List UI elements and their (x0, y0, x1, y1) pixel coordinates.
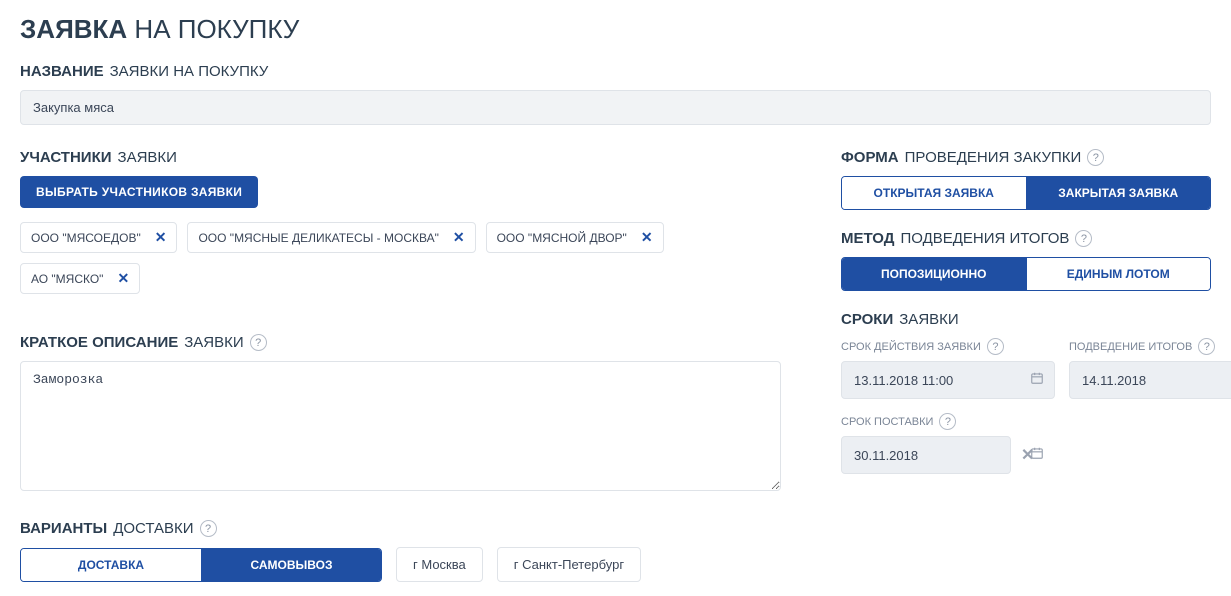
city-chip[interactable]: г Москва (396, 547, 483, 582)
page-title-rest: НА ПОКУПКУ (134, 14, 299, 44)
calendar-icon[interactable] (1030, 371, 1044, 389)
method-title: МЕТОД ПОДВЕДЕНИЯ ИТОГОВ ? (841, 230, 1211, 247)
remove-participant-icon[interactable]: ✕ (155, 229, 167, 246)
help-icon[interactable]: ? (250, 334, 267, 351)
remove-participant-icon[interactable]: ✕ (117, 270, 129, 287)
name-section-title: НАЗВАНИЕ ЗАЯВКИ НА ПОКУПКУ (20, 63, 1211, 80)
supply-label: СРОК ПОСТАВКИ ? (841, 413, 1211, 430)
results-label: ПОДВЕДЕНИЕ ИТОГОВ ? (1069, 338, 1231, 355)
form-title: ФОРМА ПРОВЕДЕНИЯ ЗАКУПКИ ? (841, 149, 1211, 166)
help-icon[interactable]: ? (1075, 230, 1092, 247)
help-icon[interactable]: ? (1087, 149, 1104, 166)
delivery-option-delivery[interactable]: ДОСТАВКА (21, 549, 201, 581)
request-name-input[interactable] (20, 90, 1211, 125)
deadlines-title: СРОКИ ЗАЯВКИ (841, 311, 1211, 328)
select-participants-button[interactable]: ВЫБРАТЬ УЧАСТНИКОВ ЗАЯВКИ (20, 176, 258, 208)
form-option-closed[interactable]: ЗАКРЫТАЯ ЗАЯВКА (1026, 177, 1211, 209)
description-title: КРАТКОЕ ОПИСАНИЕ ЗАЯВКИ ? (20, 334, 781, 351)
method-toggle-group: ПОПОЗИЦИОННО ЕДИНЫМ ЛОТОМ (841, 257, 1211, 291)
remove-participant-icon[interactable]: ✕ (453, 229, 465, 246)
form-option-open[interactable]: ОТКРЫТАЯ ЗАЯВКА (842, 177, 1026, 209)
form-toggle-group: ОТКРЫТАЯ ЗАЯВКА ЗАКРЫТАЯ ЗАЯВКА (841, 176, 1211, 210)
help-icon[interactable]: ? (200, 520, 217, 537)
delivery-title: ВАРИАНТЫ ДОСТАВКИ ? (20, 520, 781, 537)
page-title: ЗАЯВКА НА ПОКУПКУ (20, 14, 1211, 45)
results-date-input[interactable] (1069, 361, 1231, 399)
participants-chips: ООО "МЯСОЕДОВ" ✕ ООО "МЯСНЫЕ ДЕЛИКАТЕСЫ … (20, 222, 781, 294)
description-textarea[interactable] (20, 361, 781, 491)
participant-chip: ООО "МЯСНЫЕ ДЕЛИКАТЕСЫ - МОСКВА" ✕ (187, 222, 475, 253)
clear-supply-date-icon[interactable]: ✕ (1021, 445, 1034, 465)
method-option-positional[interactable]: ПОПОЗИЦИОННО (842, 258, 1026, 290)
supply-date-input[interactable] (841, 436, 1011, 474)
participants-title: УЧАСТНИКИ ЗАЯВКИ (20, 149, 781, 166)
remove-participant-icon[interactable]: ✕ (641, 229, 653, 246)
help-icon[interactable]: ? (987, 338, 1004, 355)
participant-chip: ООО "МЯСОЕДОВ" ✕ (20, 222, 177, 253)
method-option-lot[interactable]: ЕДИНЫМ ЛОТОМ (1026, 258, 1211, 290)
help-icon[interactable]: ? (1198, 338, 1215, 355)
participant-chip: ООО "МЯСНОЙ ДВОР" ✕ (486, 222, 664, 253)
city-chip[interactable]: г Санкт-Петербург (497, 547, 641, 582)
help-icon[interactable]: ? (939, 413, 956, 430)
validity-date-input[interactable] (841, 361, 1055, 399)
validity-label: СРОК ДЕЙСТВИЯ ЗАЯВКИ ? (841, 338, 1055, 355)
participant-chip: АО "МЯСКО" ✕ (20, 263, 140, 294)
delivery-option-pickup[interactable]: САМОВЫВОЗ (201, 549, 381, 581)
delivery-toggle-group: ДОСТАВКА САМОВЫВОЗ (20, 548, 382, 582)
page-title-bold: ЗАЯВКА (20, 14, 127, 44)
